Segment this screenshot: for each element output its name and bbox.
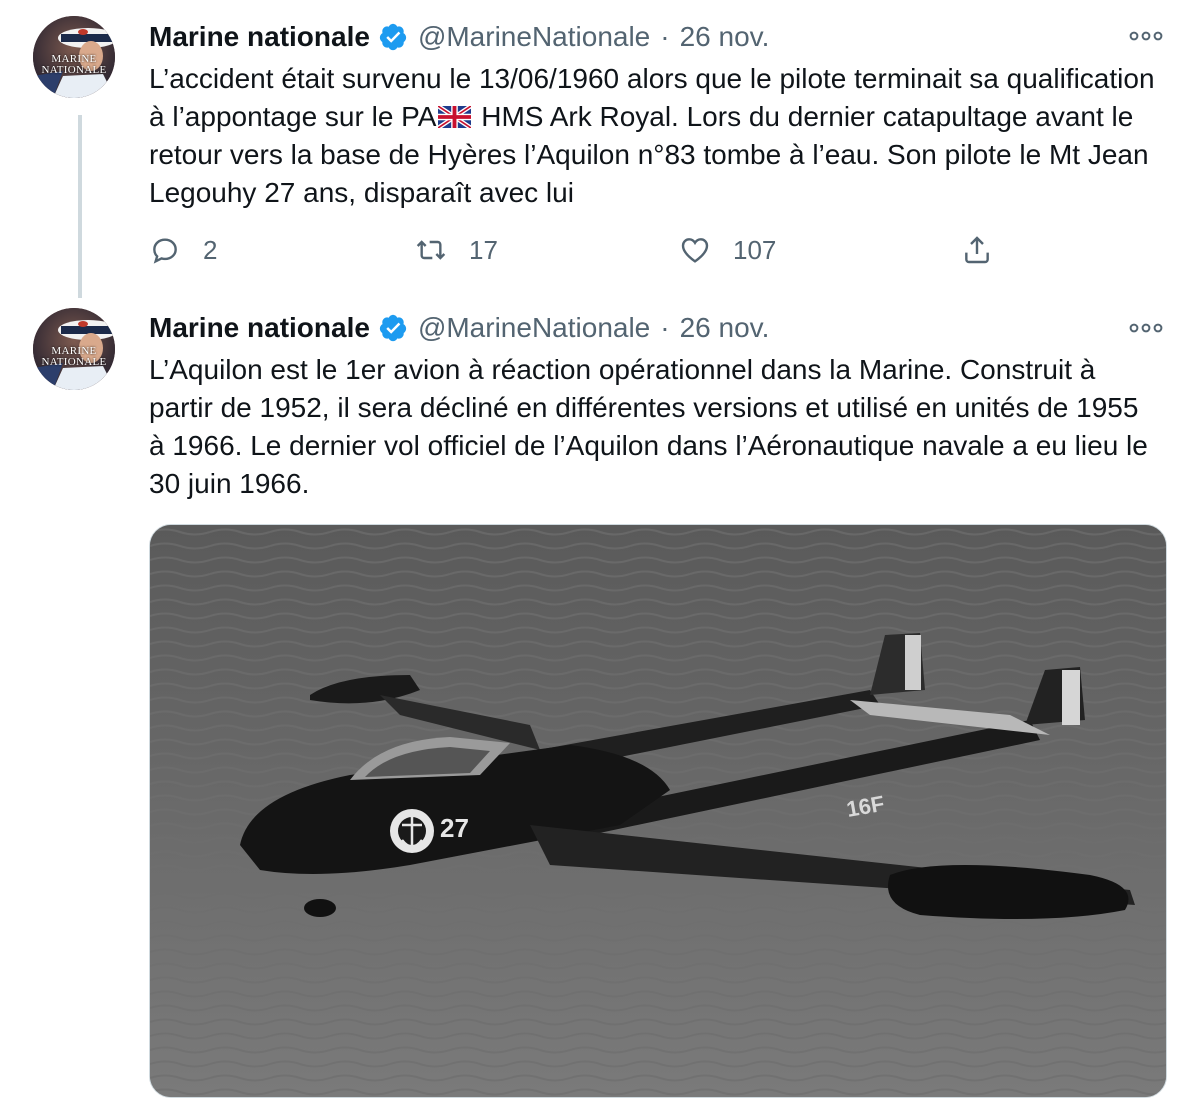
reply-button[interactable]: 2: [149, 230, 217, 270]
author-handle[interactable]: @MarineNationale: [418, 21, 650, 53]
separator-dot: ·: [660, 21, 670, 52]
author-handle[interactable]: @MarineNationale: [418, 312, 650, 344]
separator-dot: ·: [660, 312, 670, 343]
aquilon-jet-photo: 27 16F: [150, 525, 1166, 1097]
author-name[interactable]: Marine nationale: [149, 312, 370, 344]
retweet-button[interactable]: 17: [415, 230, 498, 270]
uk-flag-emoji: [438, 106, 472, 128]
tweet-text: L’accident était survenu le 13/06/1960 a…: [149, 60, 1159, 212]
tweet-photo[interactable]: 27 16F: [149, 524, 1167, 1098]
tweet-1[interactable]: MARINE NATIONALE Marine nationale @Marin…: [0, 0, 1192, 300]
tweet-date[interactable]: 26 nov.: [680, 312, 770, 344]
avatar-label-line-2: NATIONALE: [41, 64, 107, 76]
share-button[interactable]: [961, 230, 993, 270]
like-button[interactable]: 107: [679, 230, 776, 270]
jet-nose-number: 27: [440, 813, 469, 843]
reply-icon: [153, 238, 177, 264]
share-icon: [965, 236, 989, 264]
tweet-actions: 2 17 107: [149, 230, 1169, 270]
tweet-header: Marine nationale @MarineNationale · 26 n…: [149, 19, 769, 55]
author-name[interactable]: Marine nationale: [149, 21, 370, 53]
verified-badge-icon: [379, 23, 407, 51]
heart-icon: [681, 238, 709, 263]
more-options-icon[interactable]: [1128, 318, 1164, 338]
tweet-header: Marine nationale @MarineNationale · 26 n…: [149, 310, 769, 346]
more-options-icon[interactable]: [1128, 26, 1164, 46]
verified-badge-icon: [379, 314, 407, 342]
avatar[interactable]: MARINE NATIONALE: [33, 16, 115, 98]
reply-count: 2: [203, 234, 218, 265]
avatar[interactable]: MARINE NATIONALE: [33, 308, 115, 390]
avatar-label-line-2: NATIONALE: [41, 356, 107, 368]
like-count: 107: [733, 234, 777, 265]
tweet-text: L’Aquilon est le 1er avion à réaction op…: [149, 354, 1148, 499]
retweet-count: 17: [469, 234, 498, 265]
tweet-date[interactable]: 26 nov.: [680, 21, 770, 53]
retweet-icon: [416, 240, 446, 260]
